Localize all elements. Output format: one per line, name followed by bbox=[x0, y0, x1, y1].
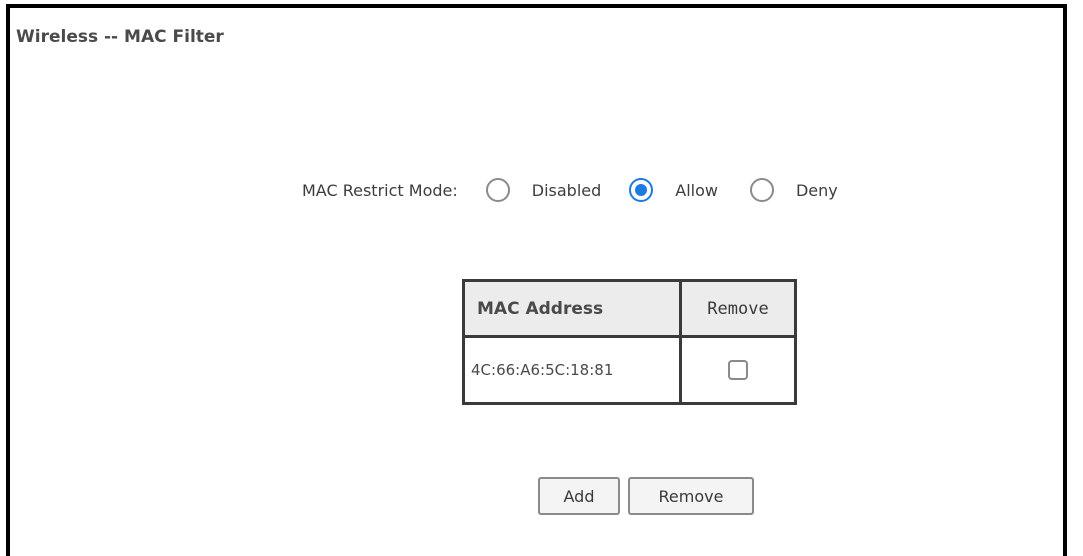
radio-option-allow[interactable]: Allow bbox=[629, 178, 750, 202]
mac-filter-table: MAC Address Remove 4C:66:A6:5C:18:81 bbox=[462, 279, 797, 405]
add-button[interactable]: Add bbox=[538, 477, 620, 515]
remove-cell bbox=[679, 335, 797, 405]
radio-deny-label: Deny bbox=[795, 180, 838, 200]
radio-deny[interactable] bbox=[749, 178, 774, 202]
table-row: 4C:66:A6:5C:18:81 bbox=[462, 335, 797, 405]
action-buttons: Add Remove bbox=[538, 477, 754, 515]
radio-disabled-label: Disabled bbox=[531, 180, 602, 200]
radio-allow[interactable] bbox=[629, 178, 654, 202]
radio-option-disabled[interactable]: Disabled bbox=[485, 178, 630, 202]
radio-option-deny[interactable]: Deny bbox=[749, 178, 838, 202]
radio-disabled[interactable] bbox=[485, 178, 510, 202]
mac-restrict-mode-group: MAC Restrict Mode: Disabled Allow Deny bbox=[302, 170, 838, 210]
table-header-row: MAC Address Remove bbox=[462, 279, 797, 338]
remove-button[interactable]: Remove bbox=[628, 477, 754, 515]
radio-allow-label: Allow bbox=[675, 180, 718, 200]
column-header-remove: Remove bbox=[679, 279, 797, 338]
mac-restrict-mode-label: MAC Restrict Mode: bbox=[302, 180, 458, 200]
mac-address-cell: 4C:66:A6:5C:18:81 bbox=[462, 335, 682, 405]
page-title: Wireless -- MAC Filter bbox=[16, 27, 224, 47]
remove-checkbox[interactable] bbox=[728, 360, 748, 380]
column-header-mac-address: MAC Address bbox=[462, 279, 682, 338]
